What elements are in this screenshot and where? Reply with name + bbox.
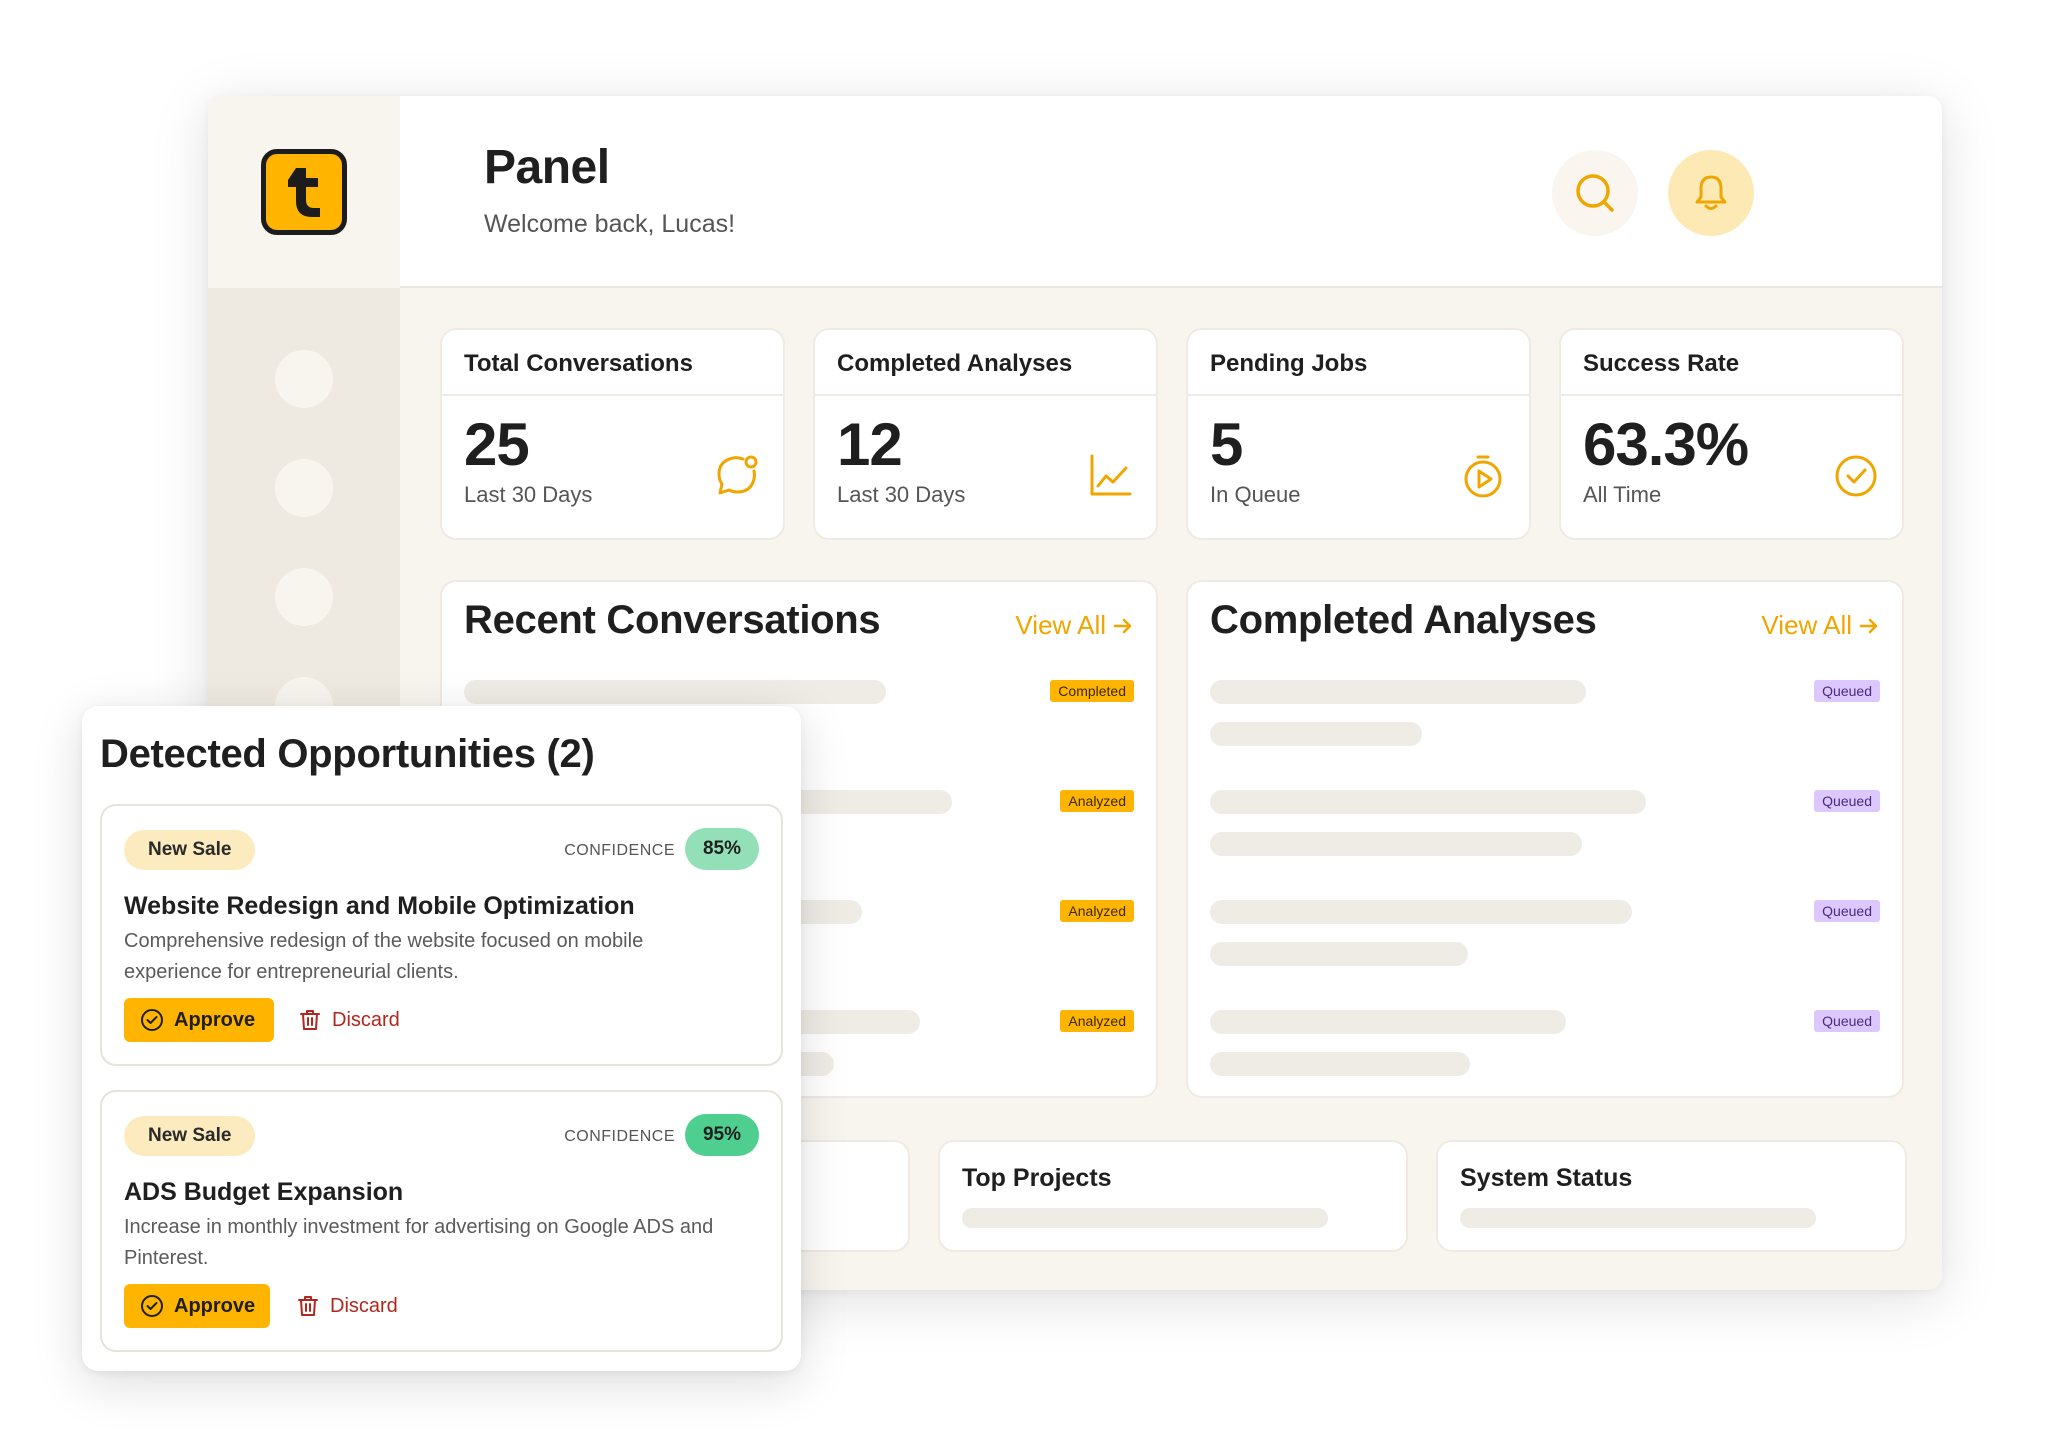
opportunity-item: New Sale CONFIDENCE 95% ADS Budget Expan… (100, 1090, 783, 1352)
view-all-label: View All (1015, 610, 1106, 640)
sidebar-nav-item[interactable] (275, 568, 333, 626)
skeleton-line (1210, 790, 1646, 814)
status-badge: Analyzed (1060, 1010, 1134, 1032)
confidence-badge: 85% (685, 828, 759, 870)
stat-value: 12 (837, 411, 903, 478)
approve-label: Approve (174, 1294, 256, 1317)
opportunity-description: Increase in monthly investment for adver… (124, 1216, 714, 1269)
skeleton-line (1210, 722, 1422, 746)
stat-subtitle: Last 30 Days (837, 482, 966, 507)
stat-value: 25 (464, 411, 530, 478)
stat-subtitle: In Queue (1210, 482, 1301, 507)
sidebar-nav-item[interactable] (275, 350, 333, 408)
chart-line-icon (1090, 454, 1132, 496)
stat-subtitle: Last 30 Days (464, 482, 593, 507)
card-title: Top Projects (962, 1164, 1112, 1192)
top-projects-card: Top Projects (938, 1140, 1408, 1252)
trash-icon (300, 1010, 320, 1030)
stat-card-pending-jobs: Pending Jobs 5 In Queue (1186, 328, 1531, 540)
app-logo[interactable] (261, 149, 347, 235)
skeleton-line (962, 1208, 1328, 1228)
skeleton-line (1210, 1052, 1470, 1076)
page-title: Panel (484, 141, 610, 194)
confidence-badge: 95% (685, 1114, 759, 1156)
status-badge: Queued (1814, 680, 1880, 702)
bell-icon (1695, 175, 1727, 210)
status-badge: Queued (1814, 1010, 1880, 1032)
approve-button[interactable]: Approve (124, 998, 274, 1042)
skeleton-line (1210, 942, 1468, 966)
skeleton-line (1210, 680, 1586, 704)
divider (442, 394, 783, 396)
divider (1561, 394, 1902, 396)
stat-card-completed-analyses: Completed Analyses 12 Last 30 Days (813, 328, 1158, 540)
search-icon (1576, 174, 1614, 212)
discard-label: Discard (330, 1294, 398, 1317)
trash-icon (298, 1296, 318, 1316)
status-badge: Queued (1814, 900, 1880, 922)
sidebar-nav-item[interactable] (275, 459, 333, 517)
logo-glyph-icon (288, 168, 320, 217)
view-all-link[interactable]: View All (1015, 610, 1134, 641)
arrow-right-icon (1113, 618, 1132, 633)
skeleton-line (1460, 1208, 1816, 1228)
opportunity-tag: New Sale (124, 830, 256, 870)
stat-value: 5 (1210, 411, 1243, 478)
opportunities-title: Detected Opportunities (2) (100, 732, 595, 776)
discard-label: Discard (332, 1008, 400, 1031)
opportunity-title: Website Redesign and Mobile Optimization (124, 892, 635, 920)
check-circle-icon (141, 1295, 163, 1317)
skeleton-line (1210, 832, 1582, 856)
view-all-link[interactable]: View All (1761, 610, 1880, 641)
stat-subtitle: All Time (1583, 482, 1662, 507)
discard-button[interactable]: Discard (296, 1284, 398, 1328)
status-badge: Completed (1050, 680, 1134, 702)
skeleton-line (1210, 1010, 1566, 1034)
panel-title: Recent Conversations (464, 598, 881, 642)
stat-card-total-conversations: Total Conversations 25 Last 30 Days (440, 328, 785, 540)
stat-title: Total Conversations (464, 350, 693, 377)
notifications-button[interactable] (1668, 150, 1754, 236)
chat-icon (717, 455, 758, 495)
skeleton-line (1210, 900, 1632, 924)
system-status-card: System Status (1436, 1140, 1907, 1252)
timer-play-icon (1464, 455, 1502, 498)
approve-label: Approve (174, 1008, 256, 1031)
check-circle-icon (141, 1009, 163, 1031)
discard-button[interactable]: Discard (298, 998, 400, 1042)
card-title: System Status (1460, 1164, 1633, 1192)
status-badge: Analyzed (1060, 900, 1134, 922)
stat-title: Pending Jobs (1210, 350, 1368, 377)
panel-title: Completed Analyses (1210, 598, 1597, 642)
check-circle-icon (1835, 455, 1877, 497)
welcome-message: Welcome back, Lucas! (484, 210, 736, 238)
page-header: Panel Welcome back, Lucas! (400, 96, 1942, 288)
search-button[interactable] (1552, 150, 1638, 236)
approve-button[interactable]: Approve (124, 1284, 270, 1328)
confidence-label: CONFIDENCE (564, 842, 675, 859)
view-all-label: View All (1761, 610, 1852, 640)
skeleton-line (464, 680, 886, 704)
confidence-label: CONFIDENCE (564, 1128, 675, 1145)
status-badge: Analyzed (1060, 790, 1134, 812)
completed-analyses-panel: Completed Analyses View All Queued Queue… (1186, 580, 1904, 1098)
stat-value: 63.3% (1583, 411, 1749, 478)
opportunity-tag: New Sale (124, 1116, 256, 1156)
logo-area (208, 96, 400, 288)
stat-title: Success Rate (1583, 350, 1740, 377)
status-badge: Queued (1814, 790, 1880, 812)
stat-card-success-rate: Success Rate 63.3% All Time (1559, 328, 1904, 540)
opportunity-description: Comprehensive redesign of the website fo… (124, 930, 644, 983)
divider (815, 394, 1156, 396)
detected-opportunities-card: Detected Opportunities (2) New Sale CONF… (82, 706, 801, 1371)
opportunity-title: ADS Budget Expansion (124, 1178, 404, 1206)
arrow-right-icon (1859, 618, 1878, 633)
opportunity-item: New Sale CONFIDENCE 85% Website Redesign… (100, 804, 783, 1066)
divider (1188, 394, 1529, 396)
stat-title: Completed Analyses (837, 350, 1073, 377)
